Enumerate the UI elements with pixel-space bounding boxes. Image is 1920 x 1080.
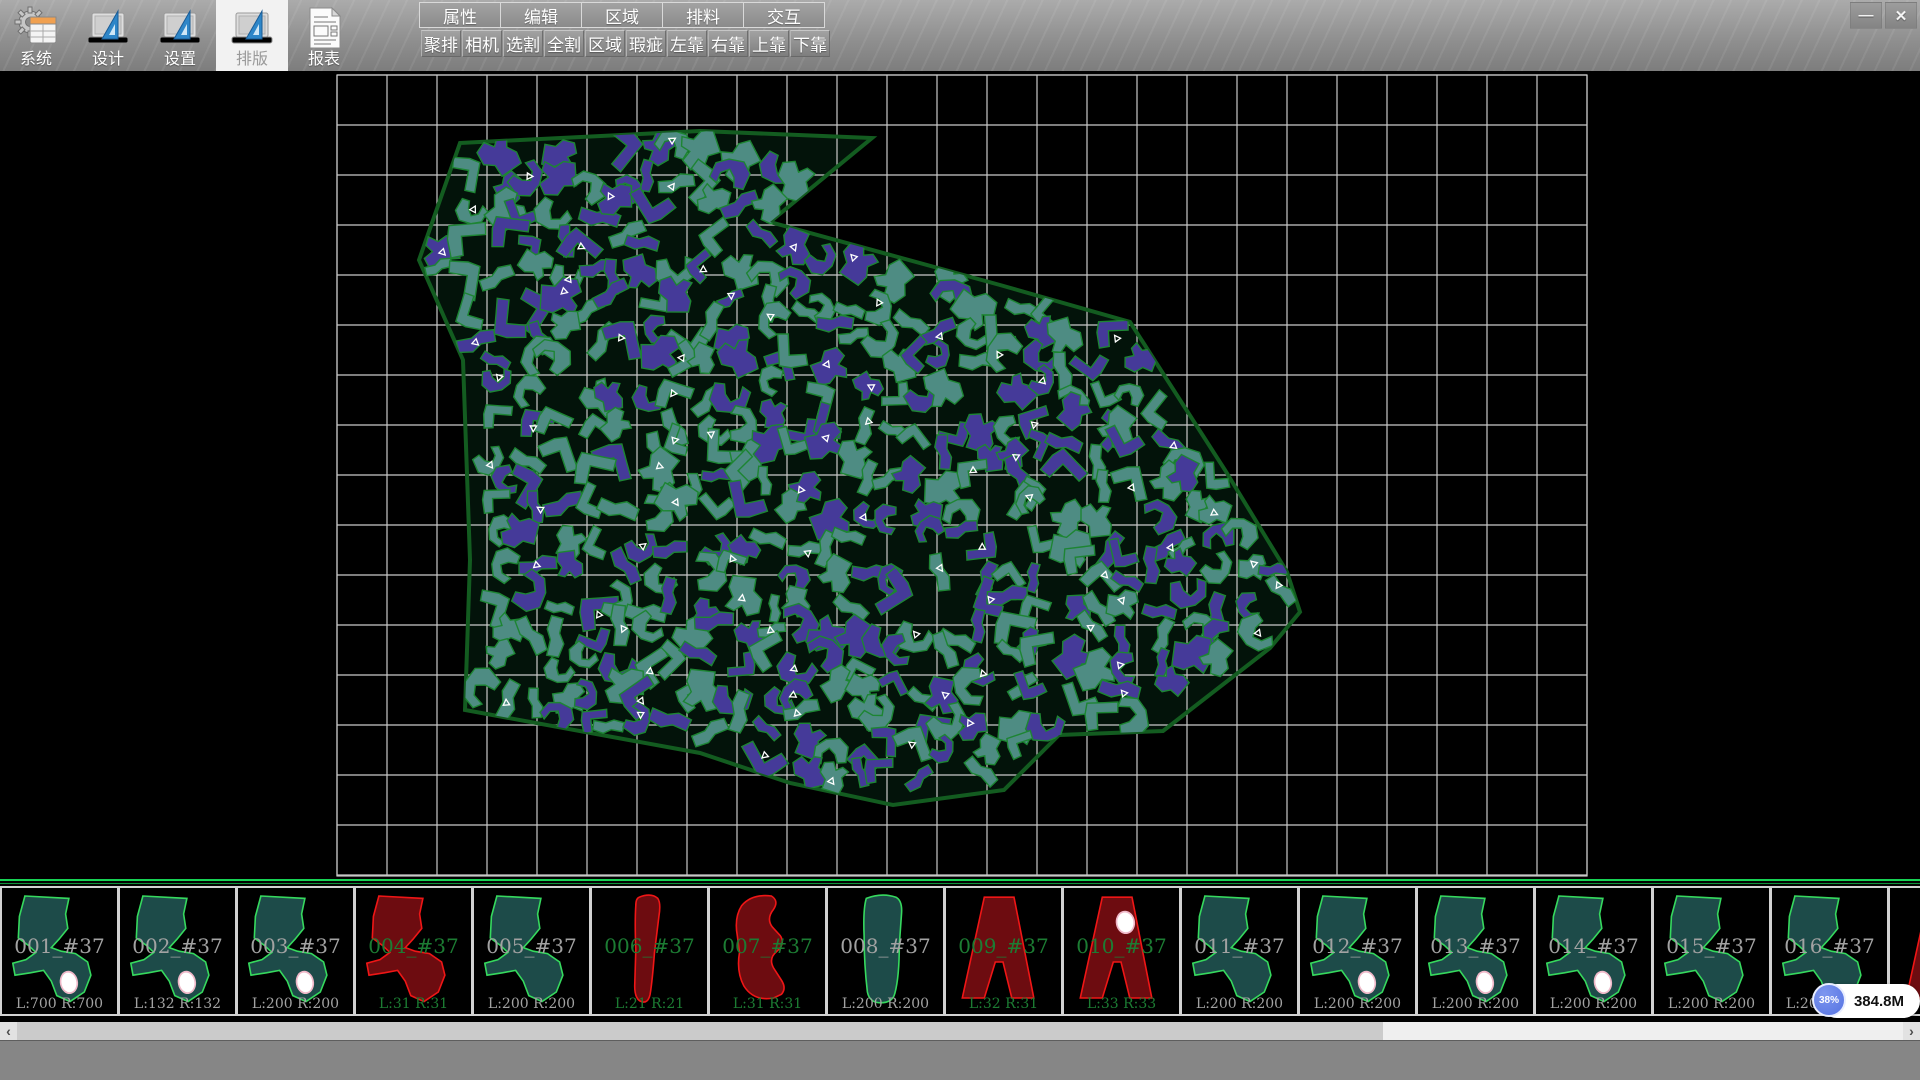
thumbnail-001_#37[interactable]: 001_#37 L:700 R:700 — [0, 886, 119, 1016]
menu-tab-edit[interactable]: 编辑 — [500, 2, 582, 28]
memory-percent-icon[interactable]: 38% — [1812, 983, 1846, 1017]
tool-button-snap-down[interactable]: 下靠 — [790, 30, 830, 57]
menu-tab-nesting[interactable]: 排料 — [662, 2, 744, 28]
report-icon — [298, 5, 350, 51]
window-controls: — ✕ — [1850, 2, 1917, 29]
laptop-ruler-icon — [154, 5, 206, 51]
menu-tab-interaction[interactable]: 交互 — [743, 2, 825, 28]
application-window: 系统 设计 设置 排版 报表 属性编辑区域排料交互 聚排相机选割全割区域瑕疵左靠… — [0, 0, 1920, 1080]
thumbnail-010_#37[interactable]: 010_#37 L:33 R:33 — [1063, 886, 1181, 1016]
app-button-settings[interactable]: 设置 — [144, 0, 216, 71]
part-shape — [240, 890, 350, 1010]
part-shape — [122, 890, 232, 1010]
thumbnail-012_#37[interactable]: 012_#37 L:200 R:200 — [1299, 886, 1417, 1016]
tool-button-cut-all[interactable]: 全割 — [544, 30, 584, 57]
thumbnail-008_#37[interactable]: 008_#37 L:200 R:200 — [827, 886, 945, 1016]
gear-table-icon — [10, 5, 62, 51]
app-button-label: 排版 — [236, 51, 268, 69]
part-shape — [1302, 890, 1412, 1010]
app-button-system[interactable]: 系统 — [0, 0, 72, 71]
thumbnail-005_#37[interactable]: 005_#37 L:200 R:200 — [473, 886, 591, 1016]
tool-button-select-cut[interactable]: 选割 — [503, 30, 543, 57]
scroll-left-arrow[interactable]: ‹ — [0, 1022, 17, 1040]
minimize-button[interactable]: — — [1850, 2, 1882, 29]
menu-tab-bar: 属性编辑区域排料交互 — [420, 2, 825, 28]
part-shape — [948, 890, 1058, 1010]
strip-top-border-2 — [0, 883, 1920, 884]
app-button-label: 报表 — [308, 51, 340, 69]
thumbnail-002_#37[interactable]: 002_#37 L:132 R:132 — [119, 886, 237, 1016]
part-shape — [4, 890, 114, 1010]
thumbnail-006_#37[interactable]: 006_#37 L:21 R:21 — [591, 886, 709, 1016]
nesting-canvas[interactable] — [0, 71, 1920, 879]
nesting-canvas-area[interactable] — [0, 71, 1920, 879]
part-shape — [476, 890, 586, 1010]
thumbnail-003_#37[interactable]: 003_#37 L:200 R:200 — [237, 886, 355, 1016]
laptop-ruler-icon — [226, 5, 278, 51]
thumbnail-007_#37[interactable]: 007_#37 L:31 R:31 — [709, 886, 827, 1016]
app-button-design[interactable]: 设计 — [72, 0, 144, 71]
toolbar: 系统 设计 设置 排版 报表 属性编辑区域排料交互 聚排相机选割全割区域瑕疵左靠… — [0, 0, 1920, 71]
app-button-report[interactable]: 报表 — [288, 0, 360, 71]
part-shape — [358, 890, 468, 1010]
mode-button-bar: 系统 设计 设置 排版 报表 — [0, 0, 360, 71]
tool-button-snap-right[interactable]: 右靠 — [708, 30, 748, 57]
app-button-layout[interactable]: 排版 — [216, 0, 288, 71]
part-shape — [594, 890, 704, 1010]
app-button-label: 系统 — [20, 51, 52, 69]
thumbnail-013_#37[interactable]: 013_#37 L:200 R:200 — [1417, 886, 1535, 1016]
thumbnail-004_#37[interactable]: 004_#37 L:31 R:31 — [355, 886, 473, 1016]
part-shape — [1066, 890, 1176, 1010]
close-button[interactable]: ✕ — [1885, 2, 1917, 29]
tool-button-cluster-nest[interactable]: 聚排 — [421, 30, 461, 57]
scroll-right-arrow[interactable]: › — [1903, 1022, 1920, 1040]
part-shape — [712, 890, 822, 1010]
tool-button-snap-up[interactable]: 上靠 — [749, 30, 789, 57]
tool-button-snap-left[interactable]: 左靠 — [667, 30, 707, 57]
menu-tab-properties[interactable]: 属性 — [419, 2, 501, 28]
status-bar — [0, 1040, 1920, 1080]
laptop-ruler-icon — [82, 5, 134, 51]
strip-top-border — [0, 879, 1920, 881]
horizontal-scrollbar[interactable]: ‹ › — [0, 1022, 1920, 1040]
tool-button-bar: 聚排相机选割全割区域瑕疵左靠右靠上靠下靠 — [421, 30, 831, 57]
app-button-label: 设置 — [164, 51, 196, 69]
parts-thumbnail-strip: 001_#37 L:700 R:700 002_#37 L:132 R:132 … — [0, 879, 1920, 1018]
thumbnail-009_#37[interactable]: 009_#37 L:32 R:31 — [945, 886, 1063, 1016]
app-button-label: 设计 — [92, 51, 124, 69]
part-shape — [1656, 890, 1766, 1010]
thumbnail-015_#37[interactable]: 015_#37 L:200 R:200 — [1653, 886, 1771, 1016]
scrollbar-thumb[interactable] — [17, 1022, 1383, 1040]
tool-button-defect[interactable]: 瑕疵 — [626, 30, 666, 57]
thumbnail-list: 001_#37 L:700 R:700 002_#37 L:132 R:132 … — [0, 886, 1920, 1016]
thumbnail-014_#37[interactable]: 014_#37 L:200 R:200 — [1535, 886, 1653, 1016]
part-shape — [1184, 890, 1294, 1010]
thumbnail-011_#37[interactable]: 011_#37 L:200 R:200 — [1181, 886, 1299, 1016]
tool-button-region[interactable]: 区域 — [585, 30, 625, 57]
memory-badge[interactable]: 384.8M 38% — [1812, 984, 1920, 1018]
part-shape — [1538, 890, 1648, 1010]
part-shape — [1420, 890, 1530, 1010]
part-shape — [830, 890, 940, 1010]
menu-tab-region[interactable]: 区域 — [581, 2, 663, 28]
tool-button-camera[interactable]: 相机 — [462, 30, 502, 57]
